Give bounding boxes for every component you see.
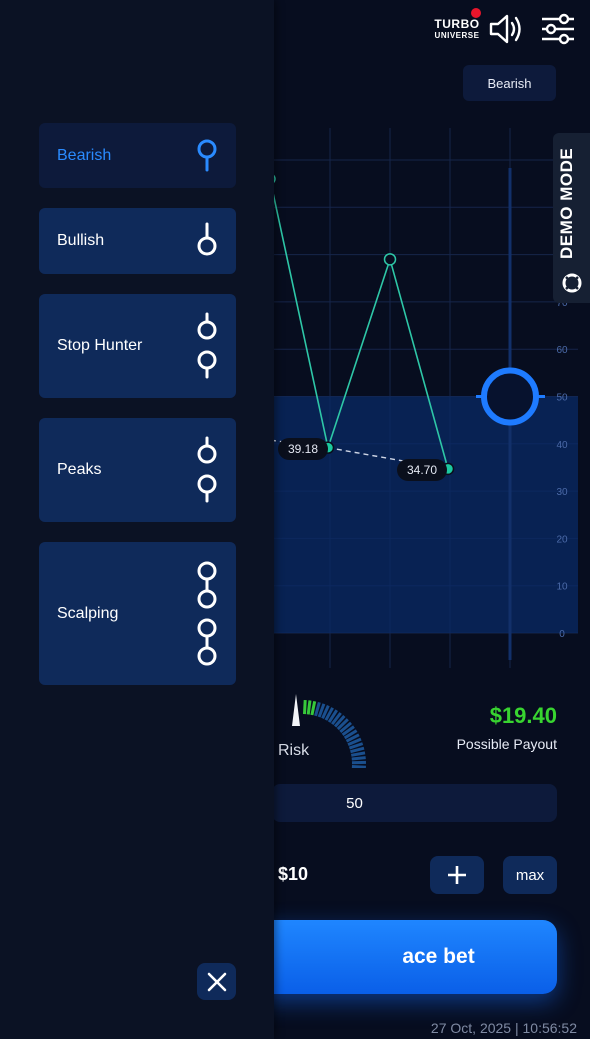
y-tick-1: 10: [556, 582, 568, 593]
strategy-stop-hunter[interactable]: Stop Hunter: [39, 294, 236, 398]
quad-chain-icon: [197, 561, 217, 666]
y-tick-0: 0: [559, 629, 565, 640]
price-tag-2: 34.70: [397, 459, 448, 481]
marker-handle: [481, 367, 539, 426]
gauge-tick-2: [310, 700, 317, 716]
strategy-label: Bearish: [57, 146, 112, 164]
increase-bet-button[interactable]: [430, 856, 484, 894]
double-pin-icon: [197, 436, 217, 503]
app: 0102030405060708090100 Bearish DEMO MODE…: [0, 0, 590, 1039]
strategy-label: Bullish: [57, 232, 105, 249]
strategy-drawer: Bearish Bullish Stop Hunter Peaks Scalpi…: [0, 0, 274, 1039]
logo-line-1: TURBO: [434, 17, 480, 31]
y-tick-4: 40: [556, 440, 568, 451]
strategy-scalping[interactable]: Scalping: [39, 542, 236, 685]
gauge-needle: [292, 694, 300, 726]
close-icon: [207, 972, 226, 991]
turbo-universe-logo: TURBO UNIVERSE: [434, 8, 481, 48]
multiplier-input[interactable]: 50: [272, 784, 557, 822]
gauge-tick-1: [306, 700, 312, 715]
demo-mode-text: DEMO MODE: [557, 147, 576, 259]
price-tag-1: 39.18: [278, 438, 329, 460]
close-drawer-button[interactable]: [197, 963, 236, 1000]
lifebuoy-icon: [562, 273, 582, 293]
y-tick-3: 30: [556, 487, 568, 498]
y-tick-6: 60: [556, 345, 568, 356]
strategy-label: Peaks: [57, 461, 102, 478]
y-tick-5: 50: [556, 393, 568, 404]
max-bet-button[interactable]: max: [503, 856, 557, 894]
settings-button[interactable]: [540, 12, 576, 46]
plus-icon: [448, 866, 466, 884]
data-point-2: [383, 253, 397, 266]
place-bet-label: ace bet: [402, 945, 475, 968]
single-pin-up-icon: [197, 139, 217, 172]
logo-line-2: UNIVERSE: [434, 31, 480, 40]
double-pin-icon: [197, 312, 217, 379]
gauge-tick-17: [350, 746, 365, 754]
gauge-tick-19: [351, 756, 366, 761]
gauge-tick-21: [351, 765, 366, 768]
risk-label: Risk: [278, 742, 310, 759]
sliders-icon: [542, 13, 574, 45]
price-tag-2-value: 34.70: [407, 463, 438, 477]
gauge-tick-18: [350, 751, 366, 757]
speaker-icon: [489, 14, 521, 44]
mode-chip[interactable]: Bearish: [463, 65, 556, 101]
mode-chip-label: Bearish: [487, 75, 532, 91]
payout-value: $19.40: [489, 703, 557, 728]
bet-amount[interactable]: $10: [278, 864, 308, 885]
gauge-tick-0: [303, 700, 307, 715]
strategy-label: Stop Hunter: [57, 337, 143, 354]
strategy-bullish[interactable]: Bullish: [39, 208, 236, 274]
y-tick-2: 20: [556, 534, 568, 545]
max-bet-label: max: [515, 866, 545, 884]
strategy-label: Scalping: [57, 604, 119, 622]
sound-button[interactable]: [488, 12, 526, 46]
demo-mode-badge: DEMO MODE: [553, 133, 590, 303]
strategy-bearish[interactable]: Bearish: [39, 123, 236, 188]
timestamp: 27 Oct, 2025 | 10:56:52: [430, 1020, 577, 1036]
price-tag-1-value: 39.18: [288, 442, 319, 456]
strategy-peaks[interactable]: Peaks: [39, 418, 236, 522]
payout-label: Possible Payout: [456, 736, 557, 752]
single-pin-down-icon: [197, 222, 217, 256]
multiplier-value: 50: [346, 794, 363, 812]
